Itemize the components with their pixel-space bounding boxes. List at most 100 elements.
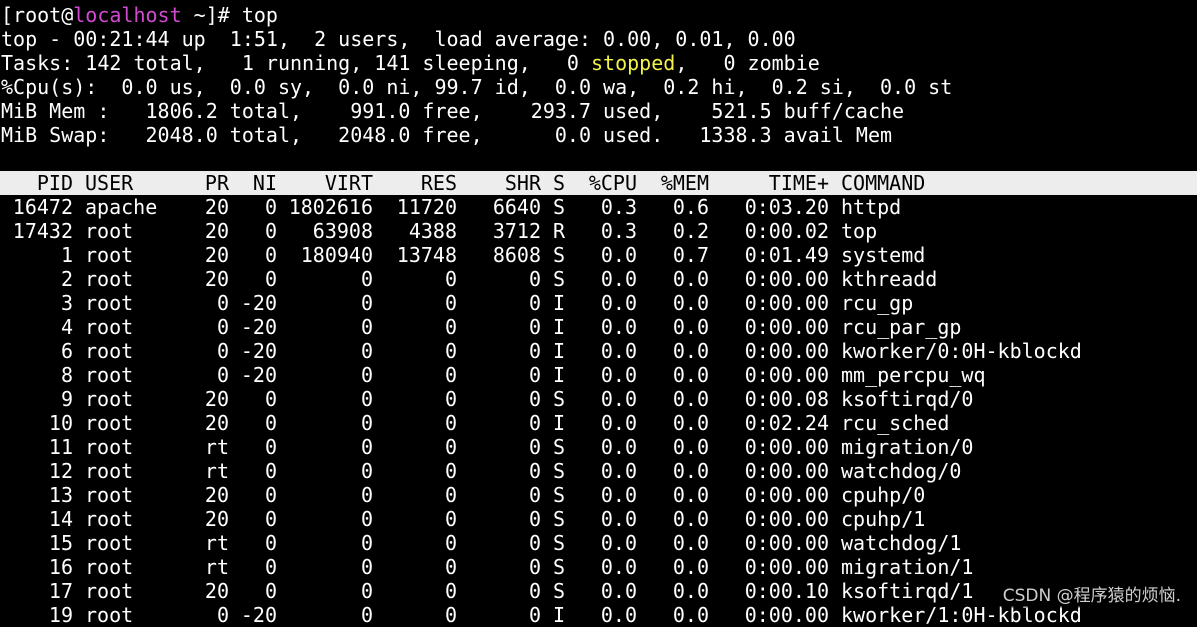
cell-s: S — [552, 195, 565, 219]
cell-command: migration/0 — [841, 435, 974, 459]
cell-ni: 0 — [264, 435, 277, 459]
cell-command: rcu_par_gp — [841, 315, 962, 339]
cell-command: kthreadd — [841, 267, 938, 291]
cell-command: httpd — [841, 195, 902, 219]
cell-res: 0 — [444, 267, 457, 291]
cell-user: root — [85, 579, 134, 603]
table-row: 8 root 0 -20 0 0 0 I 0.0 0.0 0:00.00 mm_percpu_wq — [1, 363, 1197, 387]
cell-res: 13748 — [396, 243, 457, 267]
cell-command: cpuhp/1 — [841, 507, 926, 531]
cell-user: root — [85, 531, 134, 555]
cell-pr: rt — [204, 459, 229, 483]
cell-time: 0:00.00 — [744, 291, 829, 315]
col-shr: SHR — [504, 171, 541, 195]
cell-pr: 0 — [216, 315, 229, 339]
cell-virt: 0 — [360, 531, 373, 555]
tasks-line: Tasks: 142 total, 1 running, 141 sleepin… — [1, 51, 1197, 75]
cell-user: root — [85, 411, 134, 435]
cell-shr: 3712 — [492, 219, 541, 243]
cell-pr: 0 — [216, 363, 229, 387]
cell-cpu: 0.0 — [600, 579, 637, 603]
cell-res: 0 — [444, 339, 457, 363]
cell-ni: 0 — [264, 243, 277, 267]
col-ni: NI — [252, 171, 277, 195]
cell-user: root — [85, 315, 134, 339]
cell-shr: 0 — [528, 291, 541, 315]
col-virt: VIRT — [324, 171, 373, 195]
table-row: 14 root 20 0 0 0 0 S 0.0 0.0 0:00.00 cpuhp/1 — [1, 507, 1197, 531]
cell-cpu: 0.0 — [600, 243, 637, 267]
cell-time: 0:00.00 — [744, 555, 829, 579]
cell-ni: 0 — [264, 531, 277, 555]
cell-s: S — [552, 387, 565, 411]
prompt-command: ~]# top — [181, 3, 278, 27]
cell-time: 0:00.00 — [744, 267, 829, 291]
cell-s: S — [552, 483, 565, 507]
col-state: S — [552, 171, 565, 195]
table-row: 13 root 20 0 0 0 0 S 0.0 0.0 0:00.00 cpuhp/0 — [1, 483, 1197, 507]
cell-s: S — [552, 435, 565, 459]
table-row: 15 root rt 0 0 0 0 S 0.0 0.0 0:00.00 watchdog/1 — [1, 531, 1197, 555]
cell-ni: -20 — [240, 339, 277, 363]
cell-shr: 0 — [528, 411, 541, 435]
cell-time: 0:00.00 — [744, 603, 829, 627]
cell-cpu: 0.0 — [600, 603, 637, 627]
cell-res: 0 — [444, 363, 457, 387]
table-row: 2 root 20 0 0 0 0 S 0.0 0.0 0:00.00 kthreadd — [1, 267, 1197, 291]
swap-line: MiB Swap: 2048.0 total, 2048.0 free, 0.0… — [1, 123, 893, 147]
cell-mem: 0.0 — [672, 267, 709, 291]
csdn-watermark: CSDN @程序猿的烦恼. — [1000, 584, 1183, 608]
cell-ni: 0 — [264, 483, 277, 507]
cell-shr: 0 — [528, 267, 541, 291]
cell-res: 0 — [444, 291, 457, 315]
cell-user: apache — [85, 195, 158, 219]
cell-ni: -20 — [240, 363, 277, 387]
cell-ni: 0 — [264, 219, 277, 243]
cell-pr: 20 — [204, 195, 229, 219]
cell-mem: 0.0 — [672, 603, 709, 627]
cell-command: cpuhp/0 — [841, 483, 926, 507]
cell-ni: 0 — [264, 411, 277, 435]
cell-ni: 0 — [264, 459, 277, 483]
cell-pid: 6 — [60, 339, 73, 363]
cell-mem: 0.0 — [672, 555, 709, 579]
cell-s: S — [552, 267, 565, 291]
table-row: 3 root 0 -20 0 0 0 I 0.0 0.0 0:00.00 rcu_gp — [1, 291, 1197, 315]
col-pid: PID — [36, 171, 73, 195]
cell-user: root — [85, 339, 134, 363]
cell-ni: 0 — [264, 387, 277, 411]
cell-command: watchdog/1 — [841, 531, 962, 555]
cell-mem: 0.0 — [672, 363, 709, 387]
cell-s: I — [552, 291, 565, 315]
col-pr: PR — [204, 171, 229, 195]
cell-user: root — [85, 363, 134, 387]
cell-pr: 20 — [204, 387, 229, 411]
cell-time: 0:00.00 — [744, 315, 829, 339]
cell-pid: 14 — [48, 507, 73, 531]
table-row: 17432 root 20 0 63908 4388 3712 R 0.3 0.2 0:00.02 t… — [1, 219, 1197, 243]
cell-user: root — [85, 243, 134, 267]
prompt-user: [root@ — [1, 3, 74, 27]
terminal-window[interactable]: [root@localhost ~]# top top - 00:21:44 u… — [0, 3, 1197, 627]
cell-time: 0:03.20 — [744, 195, 829, 219]
cell-pr: rt — [204, 531, 229, 555]
cell-pr: rt — [204, 555, 229, 579]
cell-cpu: 0.0 — [600, 411, 637, 435]
cell-res: 4388 — [408, 219, 457, 243]
cell-mem: 0.0 — [672, 291, 709, 315]
cell-virt: 0 — [360, 555, 373, 579]
cell-res: 0 — [444, 483, 457, 507]
cell-pid: 3 — [60, 291, 73, 315]
cell-virt: 0 — [360, 435, 373, 459]
cell-command: top — [841, 219, 878, 243]
cell-res: 0 — [444, 459, 457, 483]
cell-pid: 10 — [48, 411, 73, 435]
cell-ni: 0 — [264, 507, 277, 531]
cell-shr: 8608 — [492, 243, 541, 267]
tasks-stopped-label: stopped — [591, 51, 676, 75]
cell-shr: 0 — [528, 483, 541, 507]
cell-res: 0 — [444, 387, 457, 411]
cell-user: root — [85, 459, 134, 483]
cell-s: S — [552, 555, 565, 579]
cell-pr: 0 — [216, 291, 229, 315]
